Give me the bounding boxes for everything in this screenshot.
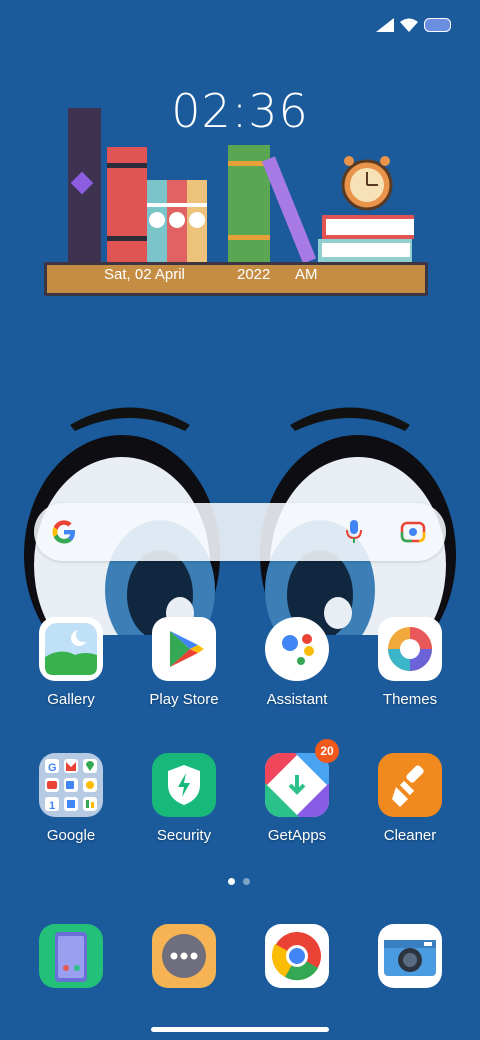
clock-year: 2022	[237, 266, 271, 283]
phone-icon	[55, 932, 87, 982]
play-store-icon	[152, 617, 216, 681]
app-label: Gallery	[47, 691, 95, 708]
security-shield-icon	[152, 753, 216, 817]
app-assistant[interactable]: Assistant	[242, 617, 352, 708]
gallery-icon	[39, 617, 103, 681]
page-indicator[interactable]	[228, 878, 250, 885]
app-play-store[interactable]: Play Store	[129, 617, 239, 708]
app-cleaner[interactable]: Cleaner	[355, 753, 465, 844]
getapps-icon	[265, 753, 329, 817]
app-label: GetApps	[267, 827, 327, 844]
clock-time: 02:36	[171, 84, 309, 138]
battery-icon	[424, 18, 451, 32]
status-icons	[376, 18, 452, 32]
lens-camera-icon[interactable]	[400, 520, 426, 544]
google-search-bar[interactable]	[34, 503, 446, 561]
svg-text:1: 1	[49, 800, 55, 812]
app-label: Play Store	[149, 691, 219, 708]
app-gallery[interactable]: Gallery	[16, 617, 126, 708]
svg-text:G: G	[48, 762, 57, 774]
app-label: Security	[156, 827, 212, 844]
app-label: Assistant	[266, 691, 328, 708]
notification-badge: 20	[315, 739, 339, 763]
themes-icon	[378, 617, 442, 681]
chrome-icon	[271, 932, 321, 981]
microphone-icon[interactable]	[344, 519, 364, 545]
page-dot-1[interactable]	[228, 878, 235, 885]
app-getapps[interactable]: 20 GetApps	[242, 739, 352, 844]
dock-phone[interactable]	[39, 924, 103, 988]
app-security[interactable]: Security	[129, 753, 239, 844]
shelf	[44, 262, 428, 296]
signal-icon	[376, 18, 394, 32]
dock-messages[interactable]	[152, 924, 216, 988]
clock-ampm: AM	[295, 266, 318, 283]
assistant-icon	[265, 617, 329, 681]
camera-icon	[384, 940, 436, 976]
cleaner-brush-icon	[378, 753, 442, 817]
app-label: Themes	[382, 691, 438, 708]
google-folder-icon: G 1	[39, 753, 103, 817]
dock-camera[interactable]	[378, 924, 442, 988]
gesture-home-bar[interactable]	[151, 1027, 329, 1032]
wifi-icon	[400, 18, 418, 32]
google-logo-icon	[52, 520, 75, 544]
app-google-folder[interactable]: G 1 Google	[16, 753, 126, 844]
page-dot-2[interactable]	[243, 878, 250, 885]
app-themes[interactable]: Themes	[355, 617, 465, 708]
dock-chrome[interactable]	[265, 924, 329, 988]
clock-date: Sat, 02 April	[104, 266, 185, 283]
messages-icon	[162, 934, 206, 978]
app-label: Cleaner	[383, 827, 437, 844]
app-label: Google	[46, 827, 96, 844]
